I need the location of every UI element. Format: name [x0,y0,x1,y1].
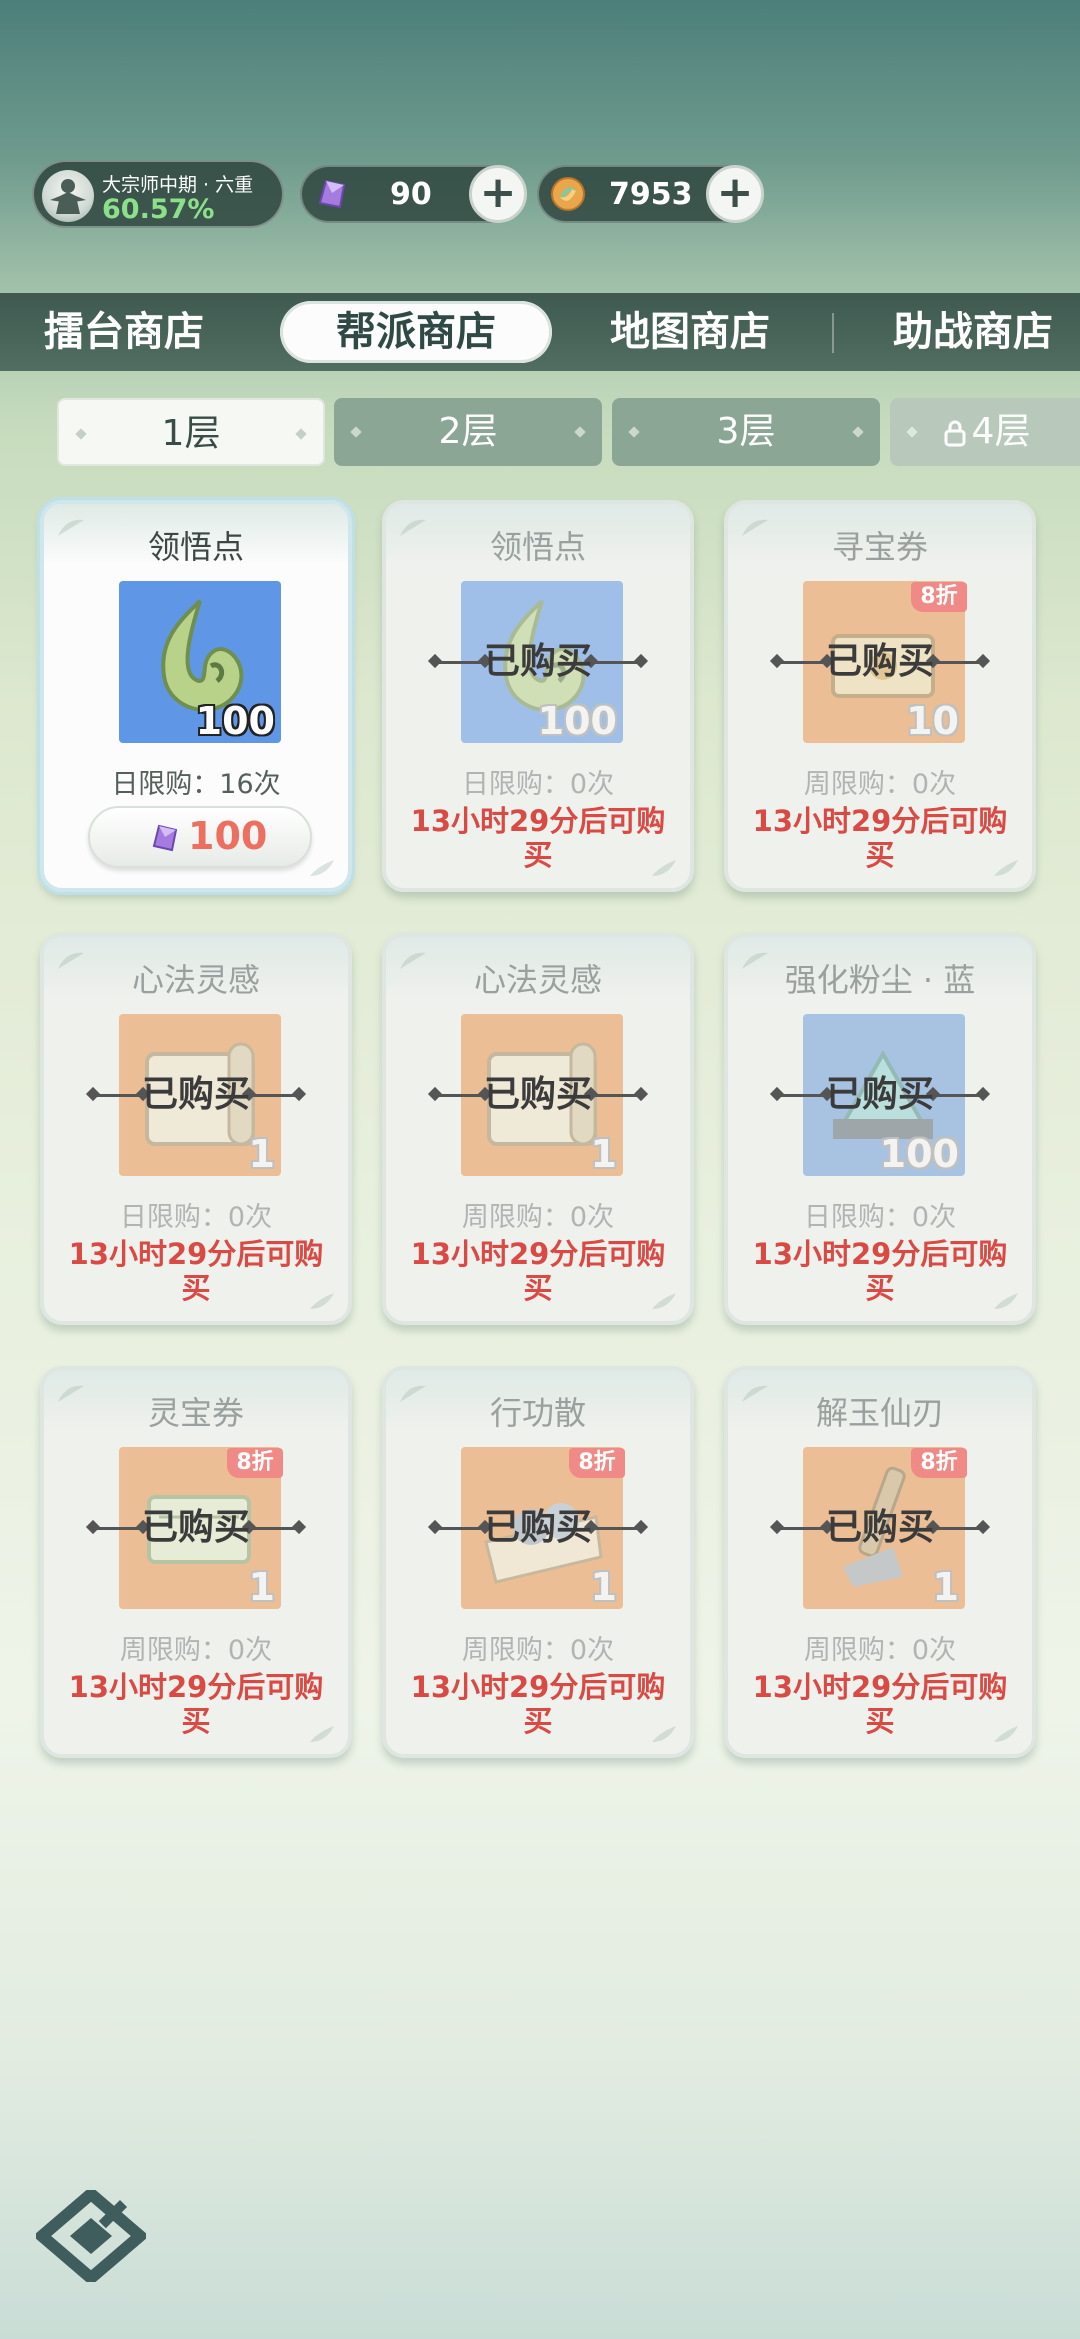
item-name: 心法灵感 [473,961,602,999]
add-crystal-button[interactable]: + [469,165,527,223]
tab-divider [832,313,834,353]
purchase-limit: 周限购：0次 [119,1635,273,1666]
item-name: 解玉仙刃 [815,1394,944,1432]
leaf-ornament-icon [652,1726,676,1742]
item-name: 灵宝券 [147,1394,244,1432]
item-quantity: 100 [195,699,275,743]
leaf-ornament-icon [310,1726,334,1742]
sold-out-label: 已购买 [483,1507,592,1548]
purchase-limit: 日限购：0次 [461,769,615,800]
floor-tab-3[interactable]: 3层 [612,398,880,466]
add-coin-button[interactable]: + [706,165,764,223]
item-quantity: 1 [590,1565,617,1609]
shop-item-card[interactable]: 解玉仙刃 1 8折已购买周限购：0次 13小时29分后可购买 [724,1366,1036,1758]
purchase-limit: 周限购：0次 [461,1202,615,1233]
floor-tab-label: 3层 [716,411,776,452]
restock-timer: 13小时29分后可购买 [752,1670,1008,1738]
restock-timer: 13小时29分后可购买 [752,1237,1008,1305]
tab-map-shop[interactable]: 地图商店 [610,293,770,371]
purple-crystal-icon [152,824,178,852]
discount-badge: 8折 [227,1448,283,1478]
purchase-limit: 日限购：0次 [119,1202,273,1233]
shop-item-card[interactable]: 领悟点 100 已购买日限购：0次 13小时29分后可购买 [382,500,694,892]
purchase-limit: 周限购：0次 [803,769,957,800]
sold-out-label: 已购买 [141,1074,250,1115]
item-price: 100 [188,814,268,858]
leaf-ornament-icon [994,1293,1018,1309]
restock-timer: 13小时29分后可购买 [410,1670,666,1738]
restock-timer: 13小时29分后可购买 [68,1670,324,1738]
restock-timer: 13小时29分后可购买 [410,1237,666,1305]
shop-item-card[interactable]: 强化粉尘 · 蓝 100 已购买日限购：0次 13小时29分后可购买 [724,933,1036,1325]
leaf-ornament-icon [310,860,334,876]
purchase-limit: 周限购：0次 [461,1635,615,1666]
floor-tab-label: 2层 [438,411,498,452]
sold-out-label: 已购买 [825,1507,934,1548]
discount-badge: 8折 [569,1448,625,1478]
coin-currency: 7953 + [537,165,764,223]
restock-timer: 13小时29分后可购买 [752,804,1008,872]
sold-out-label: 已购买 [141,1507,250,1548]
coin-amount: 7953 [609,177,693,212]
shop-tab-bar: 擂台商店 帮派商店 地图商店 助战商店 [0,293,1080,371]
sold-out-label: 已购买 [483,1074,592,1115]
discount-badge: 8折 [911,1448,967,1478]
shop-item-card[interactable]: 寻宝券 10 8折已购买周限购：0次 13小时29分后可购买 [724,500,1036,892]
item-quantity: 100 [879,1132,959,1176]
gold-coin-icon [551,177,585,211]
item-name: 心法灵感 [131,961,260,999]
item-quantity: 100 [537,699,617,743]
leaf-ornament-icon [652,1293,676,1309]
buy-button[interactable]: 100 [88,806,312,868]
floor-tab-label: 1层 [161,413,221,454]
leaf-ornament-icon [994,860,1018,876]
floor-tab-label: 4层 [971,411,1031,452]
menu-logo-icon[interactable] [36,2190,146,2282]
item-quantity: 1 [932,1565,959,1609]
shop-item-card[interactable]: 行功散 1 8折已购买周限购：0次 13小时29分后可购买 [382,1366,694,1758]
item-name: 领悟点 [489,528,586,566]
leaf-ornament-icon [994,1726,1018,1742]
purchase-limit: 日限购：16次 [111,769,281,800]
shop-item-card[interactable]: 心法灵感 1 已购买周限购：0次 13小时29分后可购买 [382,933,694,1325]
item-quantity: 1 [248,1132,275,1176]
restock-timer: 13小时29分后可购买 [68,1237,324,1305]
sold-out-label: 已购买 [825,641,934,682]
leaf-ornament-icon [652,860,676,876]
character-avatar-icon [42,170,94,222]
realm-progress: 60.57% [102,194,215,225]
item-name: 领悟点 [147,528,244,566]
item-name: 强化粉尘 · 蓝 [784,961,976,999]
item-name: 行功散 [489,1394,586,1432]
restock-timer: 13小时29分后可购买 [410,804,666,872]
leaf-ornament-icon [310,1293,334,1309]
tab-assist-shop[interactable]: 助战商店 [893,293,1053,371]
item-quantity: 1 [248,1565,275,1609]
floor-tab-4-locked[interactable]: 4层 [890,398,1080,466]
lock-icon [944,420,966,447]
tab-guild-shop[interactable]: 帮派商店 [280,301,552,363]
status-row: 大宗师中期 · 六重 60.57% 90 + 7953 + [32,160,764,228]
floor-tab-2[interactable]: 2层 [334,398,602,466]
floor-tab-1[interactable]: 1层 [57,398,325,466]
realm-name: 大宗师中期 · 六重 [102,174,254,196]
purple-crystal-icon [318,179,346,209]
shop-item-card[interactable]: 心法灵感 1 已购买日限购：0次 13小时29分后可购买 [40,933,352,1325]
crystal-amount: 90 [390,177,432,212]
purchase-limit: 周限购：0次 [803,1635,957,1666]
realm-badge[interactable]: 大宗师中期 · 六重 60.57% [32,160,284,228]
item-image: 100 [119,581,281,743]
discount-badge: 8折 [911,582,967,612]
crystal-currency: 90 + [300,165,527,223]
item-name: 寻宝券 [831,528,928,566]
tab-arena-shop[interactable]: 擂台商店 [44,293,204,371]
item-quantity: 10 [906,699,959,743]
purchase-limit: 日限购：0次 [803,1202,957,1233]
sold-out-label: 已购买 [825,1074,934,1115]
shop-item-card[interactable]: 灵宝券 1 8折已购买周限购：0次 13小时29分后可购买 [40,1366,352,1758]
item-quantity: 1 [590,1132,617,1176]
shop-item-card[interactable]: 领悟点 100 日限购：16次 100 [40,500,352,892]
sold-out-label: 已购买 [483,641,592,682]
